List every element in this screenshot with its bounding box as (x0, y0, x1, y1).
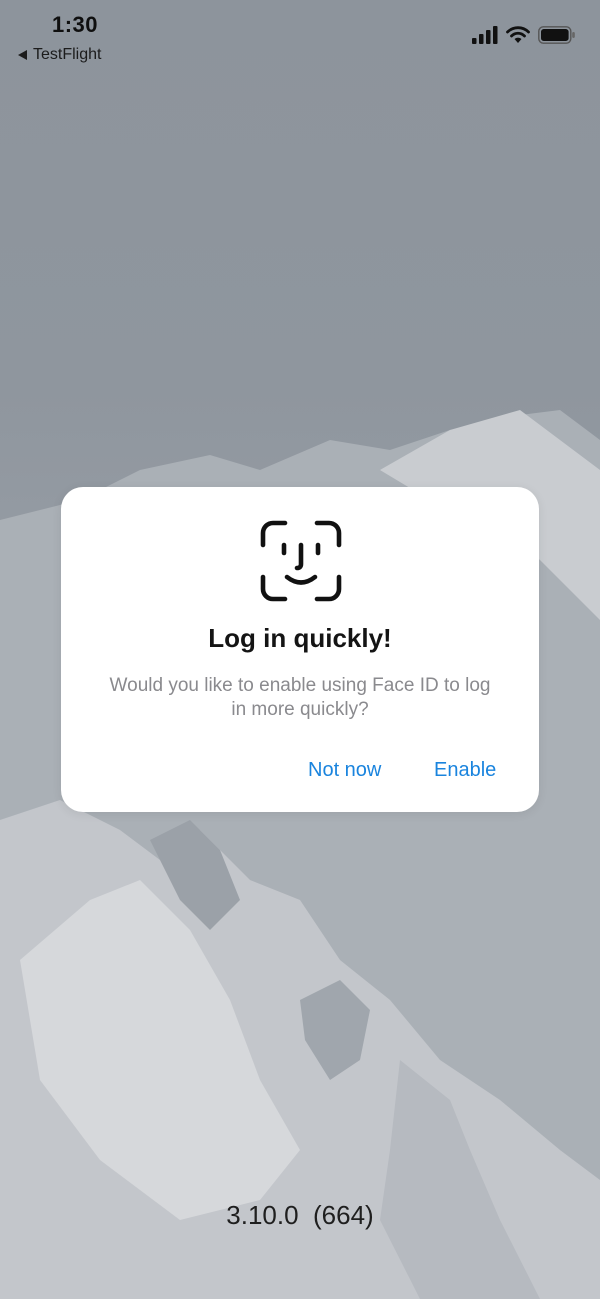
dialog-message: Would you like to enable using Face ID t… (109, 675, 491, 720)
dialog-title: Log in quickly! (208, 623, 392, 653)
face-id-icon (260, 520, 342, 602)
status-bar: 1:30 TestFlight (0, 0, 600, 80)
status-icons (472, 26, 576, 44)
app-version-label: 3.10.0 (664) (226, 1200, 374, 1230)
back-link-label: TestFlight (33, 46, 102, 63)
not-now-button[interactable]: Not now (308, 759, 381, 782)
cellular-signal-icon (472, 26, 498, 44)
back-arrow-icon (18, 50, 27, 60)
battery-icon (538, 26, 575, 44)
wifi-icon (506, 26, 530, 43)
back-to-testflight-link[interactable]: TestFlight (18, 46, 101, 64)
enable-button[interactable]: Enable (434, 759, 496, 782)
status-time: 1:30 (52, 12, 99, 37)
app-screen: 1:30 TestFlight Log in quickly! Would yo… (0, 0, 600, 1299)
face-id-dialog: Log in quickly! Would you like to enable… (61, 487, 539, 812)
